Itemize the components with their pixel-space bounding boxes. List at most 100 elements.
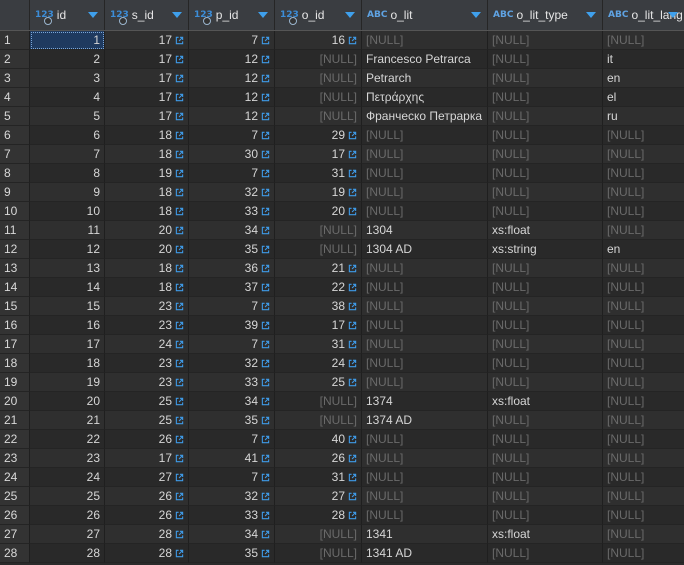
foreign-key-link-icon[interactable] — [261, 416, 270, 425]
cell-s-id[interactable]: 23 — [105, 354, 189, 373]
column-header-p-id[interactable]: 123 p_id — [189, 0, 275, 30]
foreign-key-link-icon[interactable] — [175, 454, 184, 463]
table-row[interactable]: 22 22 26 7 40 [NULL] [NULL] [NULL] — [0, 430, 684, 449]
column-header-o-lit[interactable]: ABC o_lit — [362, 0, 488, 30]
cell-p-id[interactable]: 41 — [189, 449, 275, 468]
foreign-key-link-icon[interactable] — [175, 359, 184, 368]
cell-o-lit-lang[interactable]: [NULL] — [603, 145, 684, 164]
row-number[interactable]: 8 — [0, 164, 30, 183]
row-number[interactable]: 12 — [0, 240, 30, 259]
cell-p-id[interactable]: 30 — [189, 145, 275, 164]
cell-o-lit-lang[interactable]: [NULL] — [603, 544, 684, 563]
cell-o-lit-type[interactable]: [NULL] — [488, 50, 603, 69]
cell-o-lit[interactable]: 1374 AD — [362, 411, 488, 430]
foreign-key-link-icon[interactable] — [175, 340, 184, 349]
cell-id[interactable]: 7 — [30, 145, 105, 164]
cell-o-lit-lang[interactable]: [NULL] — [603, 335, 684, 354]
foreign-key-link-icon[interactable] — [261, 207, 270, 216]
cell-o-lit-lang[interactable]: [NULL] — [603, 525, 684, 544]
foreign-key-link-icon[interactable] — [261, 131, 270, 140]
cell-o-lit-type[interactable]: xs:float — [488, 525, 603, 544]
cell-o-lit-lang[interactable]: [NULL] — [603, 487, 684, 506]
cell-o-lit[interactable]: [NULL] — [362, 259, 488, 278]
cell-id[interactable]: 25 — [30, 487, 105, 506]
cell-id[interactable]: 5 — [30, 107, 105, 126]
cell-o-lit-lang[interactable]: [NULL] — [603, 392, 684, 411]
cell-o-lit-lang[interactable]: [NULL] — [603, 221, 684, 240]
sort-arrow-icon[interactable] — [668, 12, 678, 18]
row-number[interactable]: 16 — [0, 316, 30, 335]
cell-o-lit[interactable]: [NULL] — [362, 468, 488, 487]
cell-p-id[interactable]: 32 — [189, 183, 275, 202]
cell-p-id[interactable]: 12 — [189, 50, 275, 69]
row-number[interactable]: 26 — [0, 506, 30, 525]
cell-o-lit[interactable]: 1304 — [362, 221, 488, 240]
foreign-key-link-icon[interactable] — [261, 55, 270, 64]
row-number[interactable]: 13 — [0, 259, 30, 278]
cell-p-id[interactable]: 12 — [189, 88, 275, 107]
cell-p-id[interactable]: 7 — [189, 468, 275, 487]
cell-s-id[interactable]: 18 — [105, 145, 189, 164]
table-row[interactable]: 14 14 18 37 22 [NULL] [NULL] [NULL] — [0, 278, 684, 297]
foreign-key-link-icon[interactable] — [261, 245, 270, 254]
cell-id[interactable]: 6 — [30, 126, 105, 145]
table-row[interactable]: 15 15 23 7 38 [NULL] [NULL] [NULL] — [0, 297, 684, 316]
table-row[interactable]: 1 1 17 7 16 [NULL] [NULL] [NULL] — [0, 31, 684, 50]
cell-id[interactable]: 9 — [30, 183, 105, 202]
cell-s-id[interactable]: 28 — [105, 544, 189, 563]
cell-s-id[interactable]: 18 — [105, 183, 189, 202]
cell-o-id[interactable]: [NULL] — [275, 544, 362, 563]
cell-o-lit-type[interactable]: [NULL] — [488, 31, 603, 50]
cell-o-id[interactable]: 26 — [275, 449, 362, 468]
foreign-key-link-icon[interactable] — [175, 283, 184, 292]
cell-id[interactable]: 19 — [30, 373, 105, 392]
row-number[interactable]: 18 — [0, 354, 30, 373]
table-row[interactable]: 6 6 18 7 29 [NULL] [NULL] [NULL] — [0, 126, 684, 145]
cell-o-lit-type[interactable]: [NULL] — [488, 145, 603, 164]
foreign-key-link-icon[interactable] — [348, 321, 357, 330]
table-row[interactable]: 17 17 24 7 31 [NULL] [NULL] [NULL] — [0, 335, 684, 354]
foreign-key-link-icon[interactable] — [175, 207, 184, 216]
cell-s-id[interactable]: 20 — [105, 240, 189, 259]
cell-id[interactable]: 1 — [30, 31, 105, 50]
cell-s-id[interactable]: 26 — [105, 487, 189, 506]
cell-id[interactable]: 16 — [30, 316, 105, 335]
cell-s-id[interactable]: 27 — [105, 468, 189, 487]
cell-o-lit-lang[interactable]: ru — [603, 107, 684, 126]
foreign-key-link-icon[interactable] — [175, 378, 184, 387]
foreign-key-link-icon[interactable] — [348, 340, 357, 349]
cell-o-id[interactable]: [NULL] — [275, 107, 362, 126]
row-number[interactable]: 21 — [0, 411, 30, 430]
foreign-key-link-icon[interactable] — [348, 207, 357, 216]
foreign-key-link-icon[interactable] — [261, 378, 270, 387]
cell-o-lit[interactable]: [NULL] — [362, 373, 488, 392]
row-number[interactable]: 24 — [0, 468, 30, 487]
cell-p-id[interactable]: 34 — [189, 392, 275, 411]
cell-o-id[interactable]: 40 — [275, 430, 362, 449]
row-number[interactable]: 28 — [0, 544, 30, 563]
cell-s-id[interactable]: 17 — [105, 31, 189, 50]
cell-s-id[interactable]: 18 — [105, 126, 189, 145]
foreign-key-link-icon[interactable] — [348, 150, 357, 159]
cell-s-id[interactable]: 23 — [105, 373, 189, 392]
cell-o-lit-lang[interactable]: [NULL] — [603, 259, 684, 278]
cell-id[interactable]: 17 — [30, 335, 105, 354]
cell-o-lit-lang[interactable]: [NULL] — [603, 449, 684, 468]
cell-o-id[interactable]: 38 — [275, 297, 362, 316]
foreign-key-link-icon[interactable] — [175, 150, 184, 159]
row-number[interactable]: 1 — [0, 31, 30, 50]
foreign-key-link-icon[interactable] — [348, 454, 357, 463]
cell-o-lit[interactable]: [NULL] — [362, 202, 488, 221]
table-row[interactable]: 19 19 23 33 25 [NULL] [NULL] [NULL] — [0, 373, 684, 392]
cell-id[interactable]: 27 — [30, 525, 105, 544]
table-row[interactable]: 26 26 26 33 28 [NULL] [NULL] [NULL] — [0, 506, 684, 525]
foreign-key-link-icon[interactable] — [261, 473, 270, 482]
cell-o-lit-lang[interactable]: [NULL] — [603, 506, 684, 525]
foreign-key-link-icon[interactable] — [348, 435, 357, 444]
cell-id[interactable]: 11 — [30, 221, 105, 240]
sort-arrow-icon[interactable] — [586, 12, 596, 18]
cell-o-lit-type[interactable]: [NULL] — [488, 126, 603, 145]
foreign-key-link-icon[interactable] — [261, 549, 270, 558]
cell-o-lit-lang[interactable]: [NULL] — [603, 411, 684, 430]
cell-id[interactable]: 28 — [30, 544, 105, 563]
